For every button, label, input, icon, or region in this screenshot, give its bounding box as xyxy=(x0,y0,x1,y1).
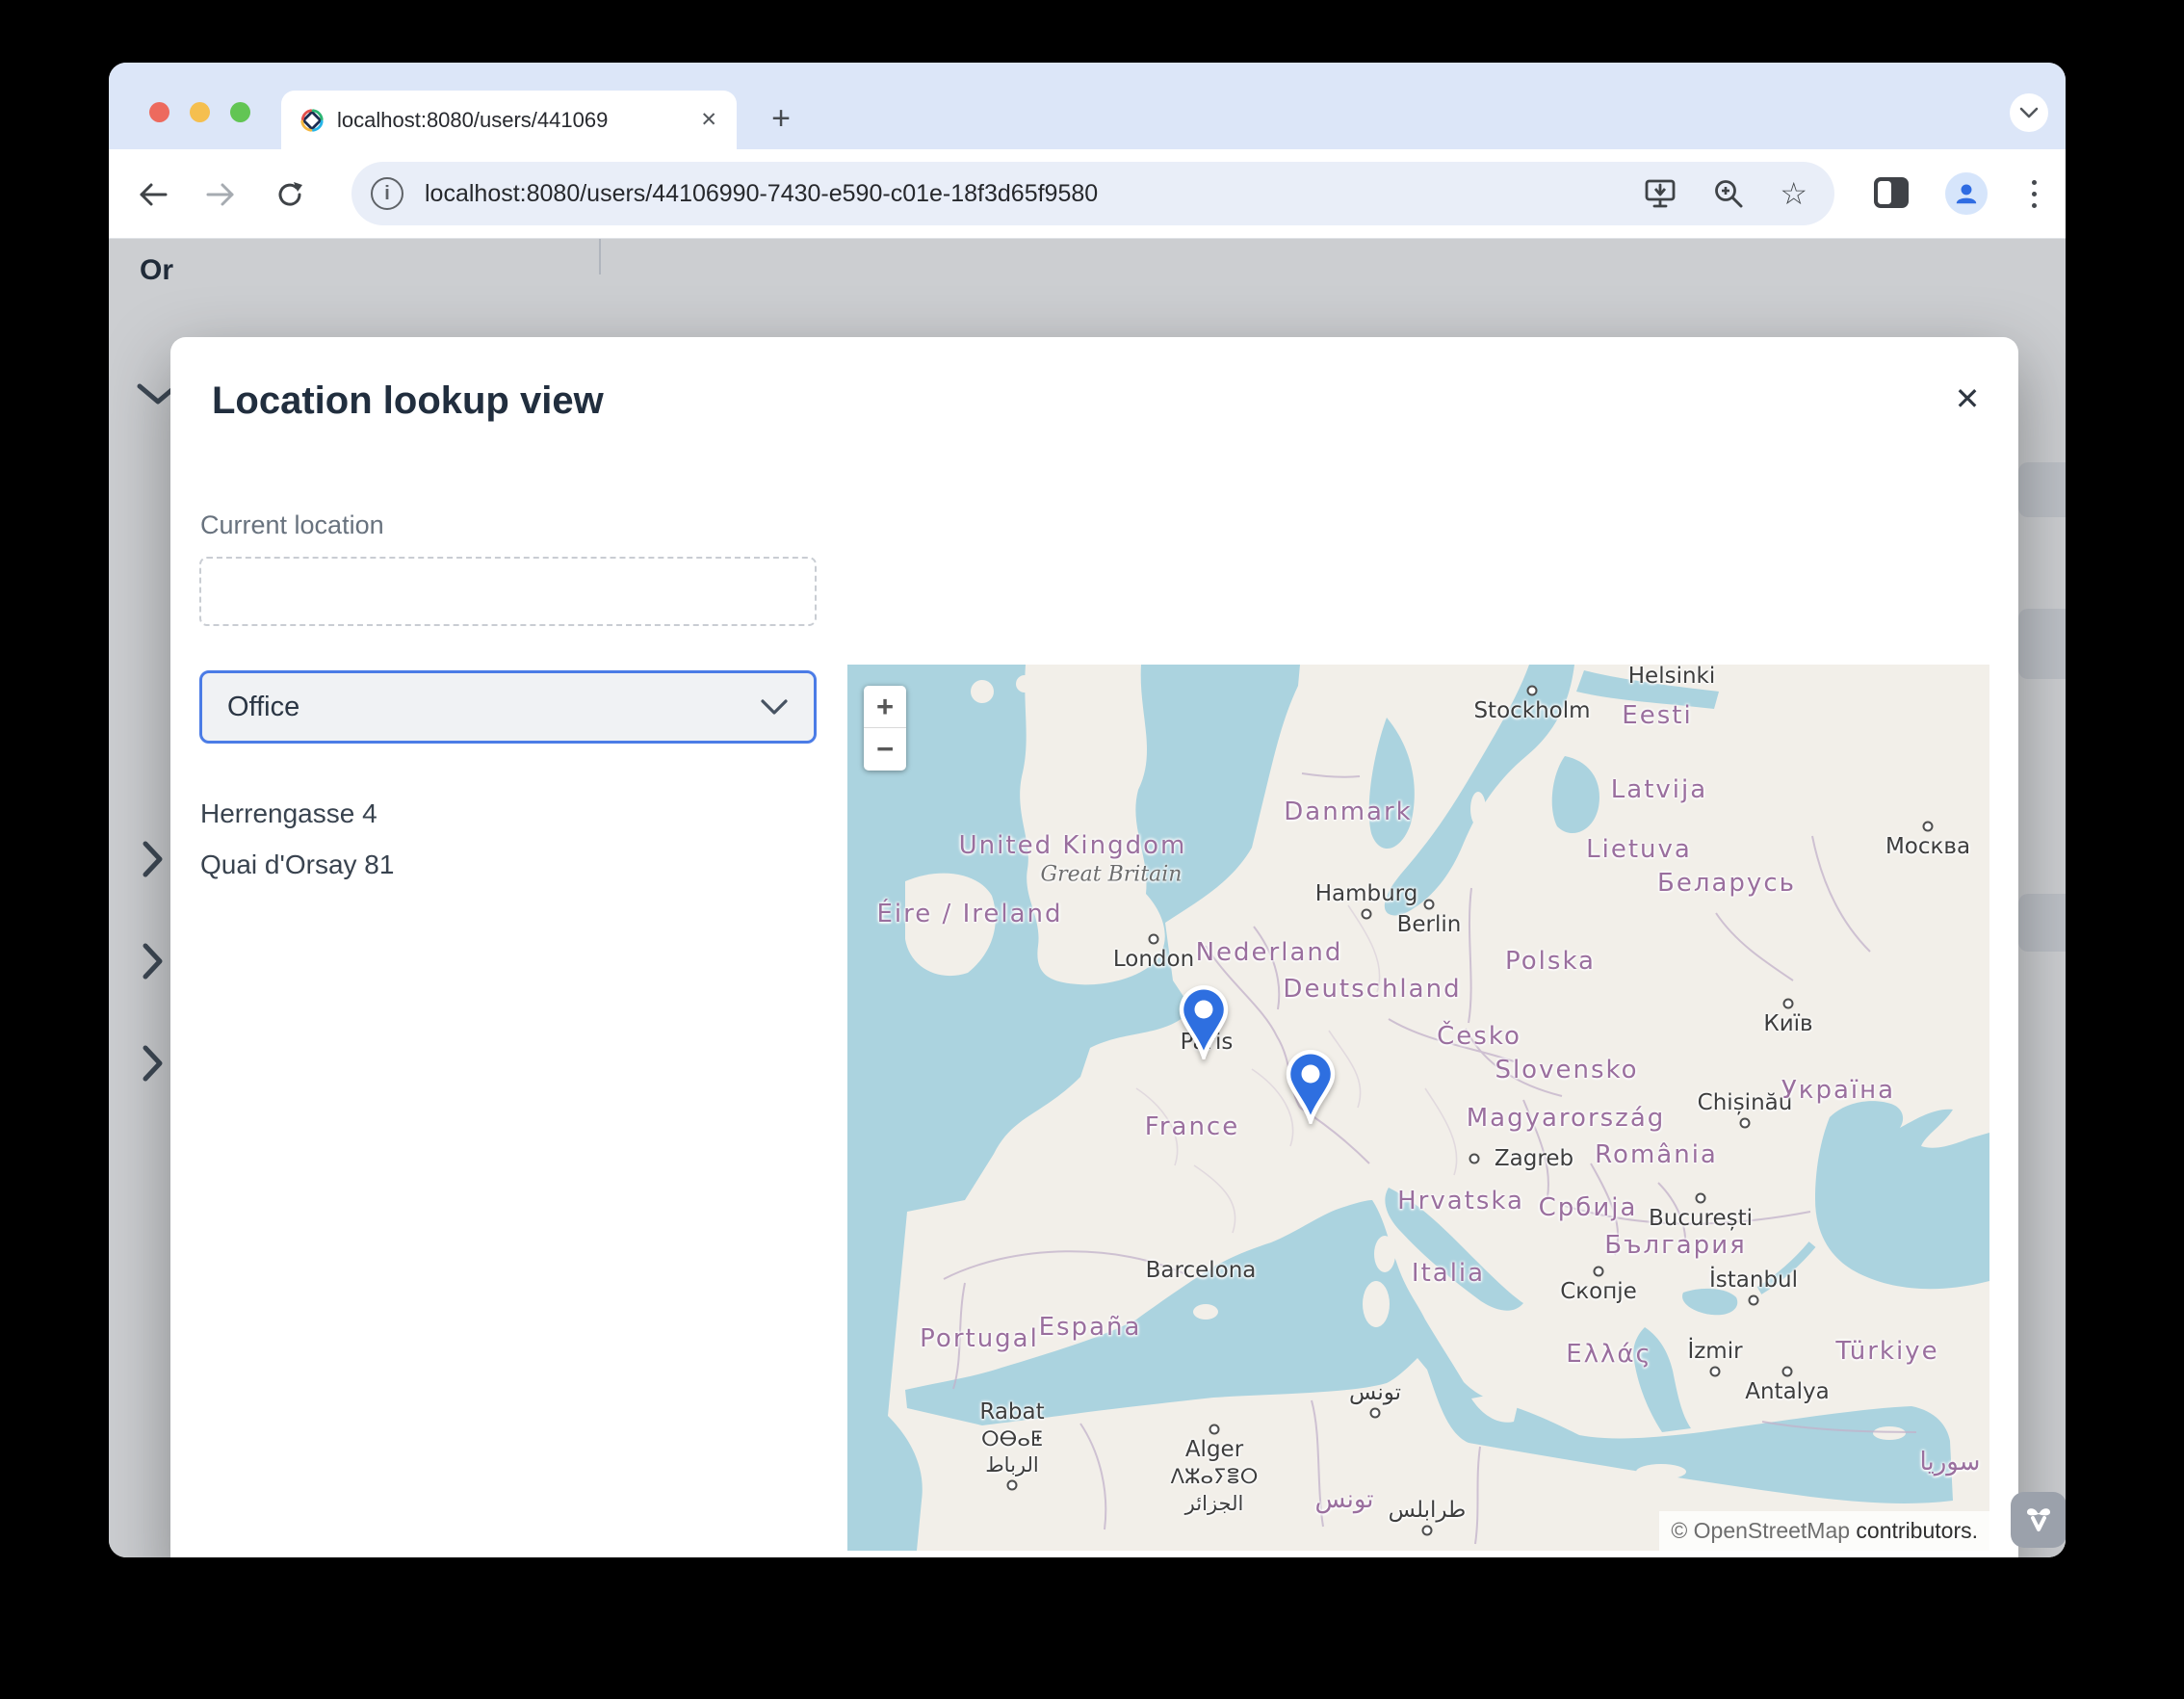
city-dot-icon xyxy=(1740,1118,1751,1129)
city-dot-icon xyxy=(1696,1193,1706,1204)
side-panel-icon xyxy=(1873,176,1910,209)
current-location-field[interactable] xyxy=(199,557,817,626)
city-dot-icon xyxy=(1594,1267,1604,1277)
zoom-in-button[interactable]: + xyxy=(864,686,906,728)
url-bar[interactable]: i localhost:8080/users/44106990-7430-e59… xyxy=(351,162,1834,225)
address-item[interactable]: Herrengasse 4 xyxy=(200,788,394,839)
tab-strip: localhost:8080/users/441069 ✕ + xyxy=(109,63,2066,149)
location-type-select[interactable]: Office xyxy=(199,670,817,744)
back-arrow-icon xyxy=(137,180,169,209)
page-content: Or Location lookup view ✕ xyxy=(109,239,2066,1557)
map-attribution: © OpenStreetMap contributors. xyxy=(1659,1511,1989,1551)
address-item[interactable]: Quai d'Orsay 81 xyxy=(200,839,394,890)
forward-arrow-icon xyxy=(204,180,237,209)
profile-avatar[interactable] xyxy=(1945,172,1988,215)
close-dialog-button[interactable]: ✕ xyxy=(1944,376,1990,422)
city-dot-icon xyxy=(1007,1480,1018,1491)
city-dot-icon xyxy=(1209,1425,1220,1435)
city-dot-icon xyxy=(1783,999,1794,1009)
person-icon xyxy=(1952,179,1981,208)
map-canvas xyxy=(847,665,1989,1551)
map-marker-pin[interactable] xyxy=(1176,980,1232,1059)
city-dot-icon xyxy=(1422,1526,1433,1536)
city-dot-icon xyxy=(1782,1367,1793,1377)
attribution-text: contributors. xyxy=(1850,1518,1978,1543)
new-tab-button[interactable]: + xyxy=(756,93,806,144)
browser-tab[interactable]: localhost:8080/users/441069 ✕ xyxy=(281,91,737,149)
tab-search-button[interactable] xyxy=(2010,93,2048,132)
dialog-title: Location lookup view xyxy=(212,379,604,423)
city-dot-icon xyxy=(1527,686,1538,696)
reload-button[interactable] xyxy=(263,149,317,239)
city-dot-icon xyxy=(1424,900,1435,910)
screen: localhost:8080/users/441069 ✕ + xyxy=(0,0,2184,1699)
browser-toolbar: i localhost:8080/users/44106990-7430-e59… xyxy=(109,149,2066,239)
city-dot-icon xyxy=(1710,1367,1721,1377)
back-button[interactable] xyxy=(126,149,180,239)
city-dot-icon xyxy=(1370,1408,1381,1419)
city-dot-icon xyxy=(1149,934,1159,945)
tab-title: localhost:8080/users/441069 xyxy=(337,108,694,133)
close-window-button[interactable] xyxy=(149,102,169,122)
install-app-icon[interactable] xyxy=(1643,177,1677,210)
favicon-icon xyxy=(299,107,325,134)
reload-icon xyxy=(274,179,305,210)
browser-window: localhost:8080/users/441069 ✕ + xyxy=(109,63,2066,1557)
city-dot-icon xyxy=(1469,1154,1480,1164)
city-dot-icon xyxy=(1362,909,1372,920)
url-text: localhost:8080/users/44106990-7430-e590-… xyxy=(425,180,1098,208)
chevron-down-icon xyxy=(760,698,789,716)
openstreetmap-link[interactable]: © OpenStreetMap xyxy=(1671,1518,1850,1543)
zoom-page-icon[interactable] xyxy=(1712,177,1745,210)
browser-menu-button[interactable] xyxy=(2019,170,2048,217)
select-value: Office xyxy=(227,692,760,723)
map-zoom-control: + − xyxy=(864,686,906,771)
city-dot-icon xyxy=(1749,1295,1759,1306)
minimize-window-button[interactable] xyxy=(190,102,210,122)
side-panel-button[interactable] xyxy=(1873,176,1910,214)
zoom-out-button[interactable]: − xyxy=(864,728,906,771)
site-info-icon[interactable]: i xyxy=(371,177,403,210)
forward-button[interactable] xyxy=(194,149,247,239)
location-lookup-dialog: Location lookup view ✕ Current location … xyxy=(170,337,2018,1557)
zoom-window-button[interactable] xyxy=(230,102,250,122)
tab-close-icon[interactable]: ✕ xyxy=(694,106,723,134)
city-dot-icon xyxy=(1923,822,1934,832)
bookmark-star-icon[interactable]: ☆ xyxy=(1780,175,1807,212)
chevron-down-icon xyxy=(2019,107,2039,118)
current-location-label: Current location xyxy=(200,510,384,540)
map-marker-pin[interactable] xyxy=(1283,1045,1339,1124)
address-list: Herrengasse 4Quai d'Orsay 81 xyxy=(200,788,394,890)
dev-tools-button[interactable] xyxy=(2011,1492,2066,1548)
vaadin-dev-icon xyxy=(2022,1503,2055,1536)
map-view[interactable]: HelsinkiStockholmМоскваHamburgBerlinLond… xyxy=(847,665,1989,1551)
